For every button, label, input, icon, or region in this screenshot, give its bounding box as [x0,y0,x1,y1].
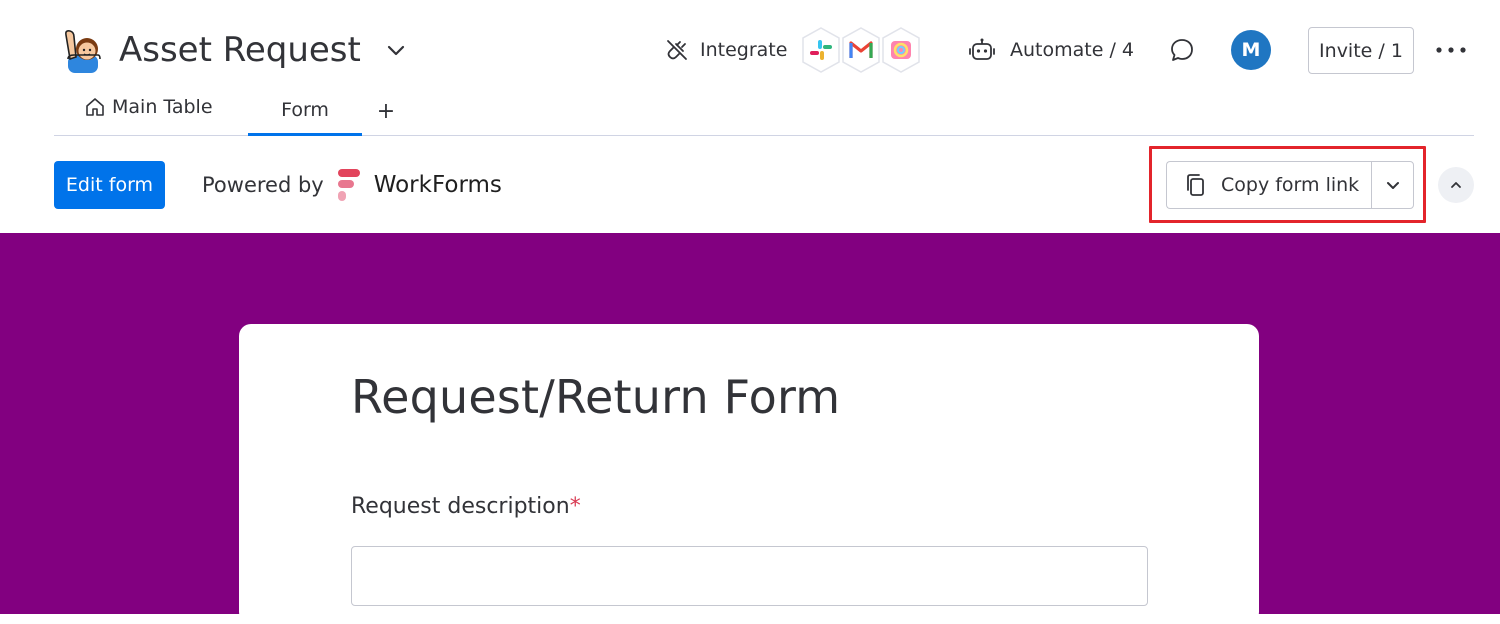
raising-hand-emoji-icon [65,30,101,73]
home-icon [86,98,104,116]
more-options-icon[interactable] [1434,38,1468,62]
user-avatar[interactable]: M [1231,30,1271,70]
request-description-label: Request description* [351,494,581,519]
edit-form-button[interactable]: Edit form [54,161,165,209]
board-title[interactable]: Asset Request [119,26,361,74]
chevron-down-icon[interactable] [384,38,408,62]
robot-icon [969,38,995,60]
tab-form-label: Form [281,98,329,121]
chevron-up-icon [1451,182,1461,188]
automate-label: Automate / 4 [1010,39,1134,61]
integration-logos [799,26,921,74]
collapse-header-button[interactable] [1438,167,1474,203]
copy-form-link-button[interactable]: Copy form link [1166,161,1371,209]
chevron-down-icon [1386,182,1399,189]
powered-by-label: Powered by [202,173,324,197]
request-description-label-text: Request description [351,494,570,519]
tab-form[interactable]: Form [248,86,362,136]
comment-icon[interactable] [1168,36,1196,64]
automate-button[interactable]: Automate / 4 [968,32,1134,68]
invite-button[interactable]: Invite / 1 [1308,27,1414,74]
gmail-icon [842,27,881,73]
required-marker: * [569,494,581,519]
workforms-brand-name: WorkForms [373,172,502,198]
form-title: Request/Return Form [351,370,841,424]
add-view-button[interactable]: + [376,86,396,136]
form-card: Request/Return Form Request description* [239,324,1259,624]
request-description-input[interactable] [351,546,1148,606]
powered-by-workforms: Powered by WorkForms [202,166,502,204]
board-header: Asset Request Integrate Automate / 4 M I… [0,0,1500,136]
copy-link-options-button[interactable] [1371,161,1414,209]
integrate-button[interactable]: Integrate [664,27,921,73]
creative-cloud-icon [882,27,921,73]
tab-main-table-label: Main Table [112,96,213,118]
copy-form-link-label: Copy form link [1221,174,1360,196]
workforms-logo-icon [337,169,360,201]
plug-off-icon [667,40,687,60]
view-tabs: Main Table Form + [54,86,1474,136]
integrate-label: Integrate [700,39,788,61]
tab-main-table[interactable]: Main Table [84,82,213,132]
copy-icon [1187,174,1204,196]
slack-icon [802,27,841,73]
